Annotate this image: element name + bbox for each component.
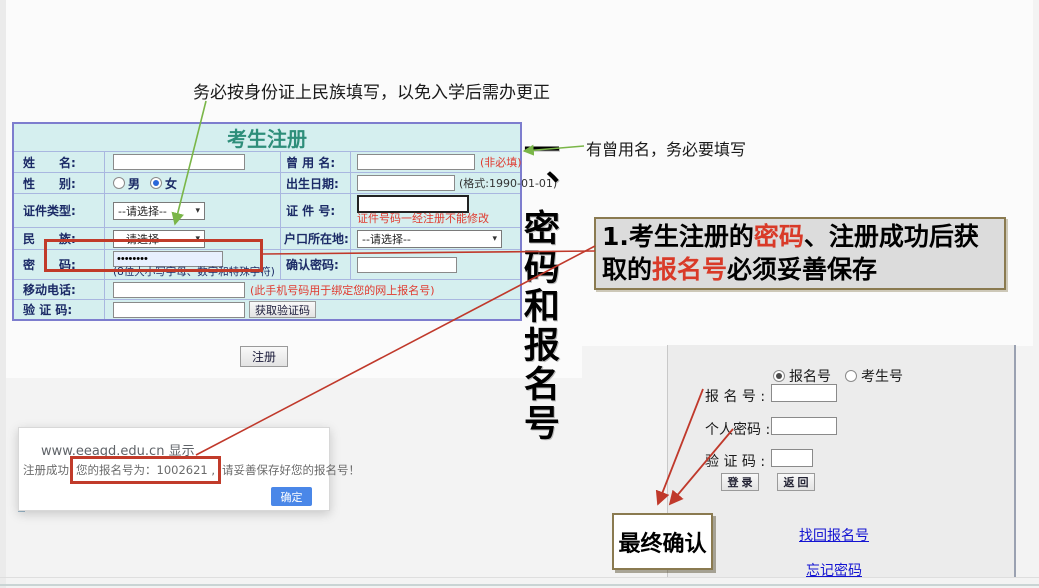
registration-form: 考生注册 姓 名: 曾 用 名: (非必填) 性 别: 男 女 出生日期: (格…: [12, 122, 522, 321]
dialog-message-prefix: 注册成功: [23, 462, 69, 478]
gender-male-label: 男: [128, 175, 140, 192]
login-type-radios: 报名号 考生号: [773, 366, 903, 386]
kaosheng-radio-icon[interactable]: [845, 370, 857, 382]
captcha-label: 验 证 码:: [14, 299, 104, 319]
id-type-select[interactable]: --请选择-- ▾: [113, 202, 205, 220]
login-captcha-label: 验 证 码 :: [705, 451, 765, 471]
id-number-label: 证 件 号:: [280, 193, 350, 227]
id-type-label: 证件类型:: [14, 193, 104, 227]
mobile-input[interactable]: [113, 282, 245, 298]
lower-left-white-background: [6, 346, 582, 378]
slide-left-edge: [0, 0, 6, 588]
dialog-message-suffix: 请妥善保存好您的报名号！: [222, 462, 360, 478]
name-label: 姓 名:: [14, 151, 104, 172]
baoming-radio-label: 报名号: [789, 366, 831, 386]
find-number-link[interactable]: 找回报名号: [799, 525, 869, 545]
password-highlight-box: [44, 239, 263, 272]
chevron-down-icon: ▾: [492, 234, 497, 244]
name-input[interactable]: [113, 154, 245, 170]
login-password-input[interactable]: [771, 417, 837, 435]
former-name-hint: (非必填): [480, 154, 522, 170]
residence-select[interactable]: --请选择-- ▾: [357, 230, 502, 248]
callout-text-password: 密码: [754, 222, 804, 251]
back-button[interactable]: 返 回: [777, 473, 815, 491]
confirm-password-label: 确认密码:: [280, 249, 350, 279]
login-baoming-input[interactable]: [771, 384, 837, 402]
ethnicity-annotation: 务必按身份证上民族填写，以免入学后需办更正: [193, 78, 550, 103]
dialog-ok-button[interactable]: 确定: [271, 487, 312, 506]
login-button[interactable]: 登 录: [721, 473, 759, 491]
mobile-label: 移动电话:: [14, 279, 104, 299]
bottom-faint-line: [0, 577, 1039, 578]
browser-dialog: www.eeagd.edu.cn 显示 注册成功 您的报名号为：1002621 …: [18, 427, 330, 511]
baoming-radio-icon[interactable]: [773, 370, 785, 382]
former-name-label: 曾 用 名:: [280, 151, 350, 172]
slide-bottom-edge: [0, 584, 1039, 586]
gender-male-radio-icon[interactable]: [113, 177, 125, 189]
section-title-vertical: 一、密码和报名号: [518, 131, 557, 443]
registration-form-title: 考生注册: [14, 124, 520, 151]
dob-input[interactable]: [357, 175, 455, 191]
final-confirm-box: 最终确认: [612, 513, 713, 570]
get-captcha-button[interactable]: 获取验证码: [249, 301, 316, 318]
captcha-input[interactable]: [113, 302, 245, 318]
id-number-warning: 证件号码一经注册不能修改: [357, 213, 489, 225]
callout-text-regnumber: 报名号: [652, 255, 727, 284]
login-captcha-input[interactable]: [771, 449, 813, 467]
callout-box: 1.考生注册的密码、注册成功后获取的报名号必须妥善保存: [594, 217, 1006, 290]
mobile-hint: (此手机号码用于绑定您的网上报名号): [250, 282, 435, 298]
gender-label: 性 别:: [14, 172, 104, 193]
kaosheng-radio-label: 考生号: [861, 366, 903, 386]
callout-text-3: 必须妥善保存: [727, 255, 877, 284]
register-button[interactable]: 注册: [240, 346, 288, 367]
login-password-label: 个人密码 :: [705, 419, 770, 439]
registration-number-highlight-box: 您的报名号为：1002621 ,: [70, 456, 221, 484]
confirm-password-input[interactable]: [357, 257, 457, 273]
forgot-password-link[interactable]: 忘记密码: [806, 560, 862, 580]
gender-female-label: 女: [165, 175, 177, 192]
gender-female-radio-icon[interactable]: [150, 177, 162, 189]
callout-text-1: 1.考生注册的: [602, 222, 754, 251]
id-number-input[interactable]: [357, 195, 469, 213]
dob-label: 出生日期:: [280, 172, 350, 193]
login-baoming-label: 报 名 号 :: [705, 386, 765, 406]
residence-label: 户口所在地:: [280, 227, 350, 249]
former-name-annotation: 有曾用名，务必要填写: [586, 136, 746, 160]
chevron-down-icon: ▾: [195, 206, 200, 216]
former-name-input[interactable]: [357, 154, 475, 170]
